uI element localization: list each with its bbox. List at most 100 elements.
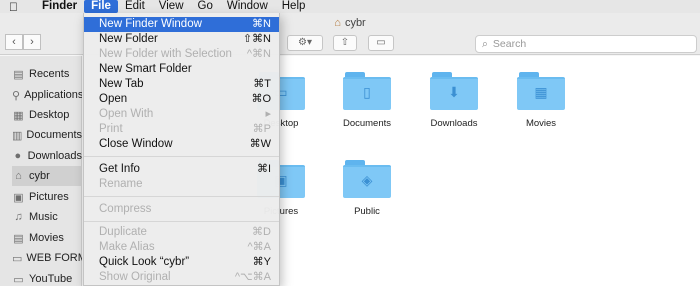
- sidebar-item-recents[interactable]: ▤ Recents: [12, 64, 82, 84]
- sidebar-item-documents[interactable]: ▥ Documents: [12, 125, 82, 145]
- downloads-icon: ●: [14, 150, 22, 162]
- menu-go[interactable]: Go: [191, 0, 220, 13]
- sidebar-item-label: Music: [29, 211, 58, 223]
- folder-downloads[interactable]: ⬇ Downloads: [417, 72, 491, 129]
- menu-view[interactable]: View: [152, 0, 191, 13]
- menu-item-new-smart-folder[interactable]: New Smart Folder: [84, 62, 279, 77]
- movies-icon: ▤: [13, 232, 24, 245]
- tag-icon: ▭: [376, 37, 386, 48]
- menu-item-new-finder-window[interactable]: New Finder Window ⌘N: [84, 17, 279, 32]
- shortcut-label: ⌘P: [252, 123, 271, 135]
- home-icon: ⌂: [15, 170, 22, 182]
- menu-item-make-alias: Make Alias ^⌘A: [84, 240, 279, 255]
- share-icon: ⇧: [340, 37, 350, 48]
- menu-item-compress: Compress: [84, 202, 279, 217]
- menu-bar:  Finder File Edit View Go Window Help: [0, 0, 700, 14]
- sidebar-item-label: cybr: [29, 170, 50, 182]
- menu-item-label: Rename: [99, 178, 143, 190]
- sidebar-item-youtube[interactable]: ▭ YouTube: [12, 269, 82, 286]
- menu-item-close-window[interactable]: Close Window ⌘W: [84, 137, 279, 152]
- forward-button[interactable]: ›: [23, 34, 41, 50]
- documents-icon: ▥: [12, 129, 23, 142]
- applications-icon: ⚲: [12, 89, 21, 102]
- shortcut-label: ^⌥⌘A: [234, 271, 271, 283]
- sidebar-item-web-forms[interactable]: ▭WEB FORMS: [12, 248, 82, 268]
- menu-separator: [84, 156, 279, 157]
- menu-help[interactable]: Help: [275, 0, 313, 13]
- music-icon: ♫: [14, 211, 23, 223]
- menu-item-label: New Folder with Selection: [99, 48, 232, 60]
- menu-finder[interactable]: Finder: [35, 0, 84, 13]
- folder-icon: ▭: [13, 273, 24, 286]
- menu-item-new-folder[interactable]: New Folder ⇧⌘N: [84, 32, 279, 47]
- back-button[interactable]: ‹: [5, 34, 23, 50]
- apple-icon[interactable]: : [9, 0, 23, 14]
- public-icon: ◈: [361, 172, 373, 188]
- menu-item-label: Quick Look “cybr”: [99, 256, 190, 268]
- sidebar-item-label: Downloads: [27, 150, 82, 162]
- search-placeholder: Search: [492, 38, 527, 50]
- menu-item-get-info[interactable]: Get Info ⌘I: [84, 162, 279, 177]
- shortcut-label: ^⌘A: [247, 241, 272, 253]
- menu-item-label: New Finder Window: [99, 18, 202, 30]
- sidebar-item-label: YouTube: [29, 273, 73, 285]
- folder-label: Documents: [342, 118, 392, 129]
- folder-documents[interactable]: ▯ Documents: [330, 72, 404, 129]
- shortcut-label: ⌘O: [251, 93, 271, 105]
- menu-separator: [84, 196, 279, 197]
- sidebar-item-cybr[interactable]: ⌂ cybr: [12, 166, 82, 186]
- gear-icon: ⚙▾: [298, 37, 312, 48]
- folder-movies[interactable]: ▦ Movies: [504, 72, 578, 129]
- sidebar-item-label: WEB FORMS: [26, 252, 82, 264]
- shortcut-label: ^⌘N: [246, 48, 271, 60]
- menu-item-new-tab[interactable]: New Tab ⌘T: [84, 77, 279, 92]
- document-icon: ▯: [363, 84, 371, 100]
- chevron-left-icon: ‹: [12, 36, 16, 48]
- menu-item-quick-look[interactable]: Quick Look “cybr” ⌘Y: [84, 255, 279, 270]
- shortcut-label: ⌘N: [252, 18, 271, 30]
- menu-item-label: New Folder: [99, 33, 158, 45]
- download-icon: ⬇: [448, 84, 460, 100]
- shortcut-label: ⌘W: [249, 138, 271, 150]
- menu-item-label: New Smart Folder: [99, 63, 192, 75]
- chevron-right-icon: ›: [30, 36, 34, 48]
- menu-item-duplicate: Duplicate ⌘D: [84, 225, 279, 240]
- sidebar-item-label: Pictures: [29, 191, 69, 203]
- folder-label: Public: [354, 206, 380, 217]
- sidebar-item-pictures[interactable]: ▣ Pictures: [12, 187, 82, 207]
- menu-item-label: Make Alias: [99, 241, 155, 253]
- sidebar-item-label: Desktop: [29, 109, 70, 121]
- file-menu-dropdown: New Finder Window ⌘N New Folder ⇧⌘N New Fo…: [83, 13, 280, 286]
- sidebar-item-applications[interactable]: ⚲ Applications: [12, 85, 82, 105]
- tags-button[interactable]: ▭: [368, 35, 394, 51]
- search-input[interactable]: ⌕ Search: [475, 35, 697, 53]
- action-button[interactable]: ⚙▾: [287, 35, 323, 51]
- menu-file[interactable]: File: [84, 0, 118, 13]
- folder-label: Movies: [525, 118, 557, 129]
- home-icon: ⌂: [334, 17, 341, 29]
- folder-label: Downloads: [430, 118, 478, 129]
- menu-window[interactable]: Window: [220, 0, 275, 13]
- desktop-icon: ▦: [13, 109, 24, 122]
- pictures-icon: ▣: [13, 191, 24, 204]
- shortcut-label: ⌘T: [253, 78, 271, 90]
- menu-edit[interactable]: Edit: [118, 0, 152, 13]
- shortcut-label: ⌘D: [252, 226, 271, 238]
- menu-item-label: Get Info: [99, 163, 140, 175]
- search-icon: ⌕: [482, 38, 488, 50]
- sidebar: ▤ Recents ⚲ Applications ▦ Desktop ▥ Documen…: [0, 56, 82, 286]
- folder-public[interactable]: ◈ Public: [330, 160, 404, 217]
- submenu-arrow-icon: ▸: [265, 108, 271, 120]
- sidebar-item-downloads[interactable]: ● Downloads: [12, 146, 82, 166]
- sidebar-item-label: Documents: [26, 129, 82, 141]
- menu-item-open[interactable]: Open ⌘O: [84, 92, 279, 107]
- share-button[interactable]: ⇧: [333, 35, 357, 51]
- menu-separator: [84, 221, 279, 222]
- sidebar-item-label: Recents: [29, 68, 70, 80]
- menu-item-show-original: Show Original ^⌥⌘A: [84, 270, 279, 285]
- sidebar-item-desktop[interactable]: ▦ Desktop: [12, 105, 82, 125]
- sidebar-item-movies[interactable]: ▤ Movies: [12, 228, 82, 248]
- film-icon: ▦: [534, 84, 548, 100]
- folder-icon: ▭: [12, 252, 23, 265]
- sidebar-item-music[interactable]: ♫ Music: [12, 207, 82, 227]
